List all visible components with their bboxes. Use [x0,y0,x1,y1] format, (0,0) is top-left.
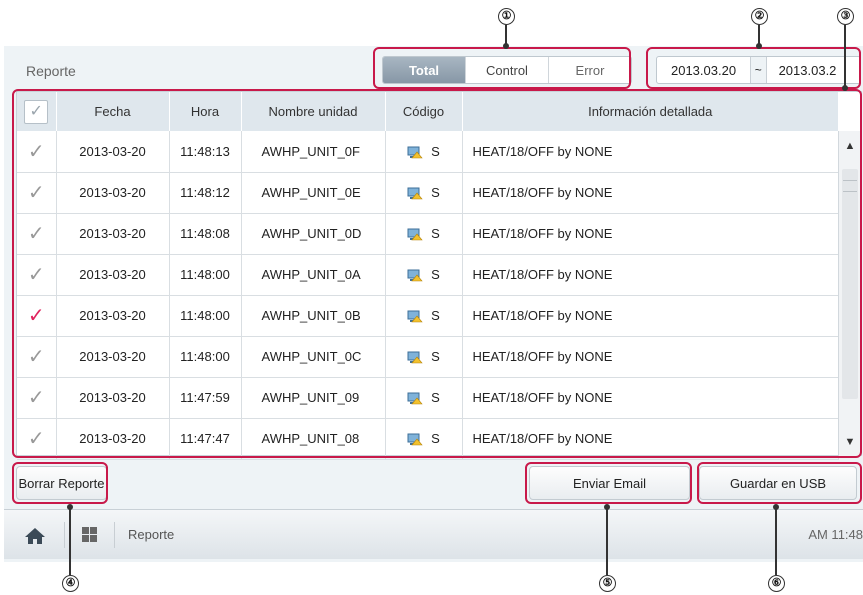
callout-dot [67,504,73,510]
callout-dot [842,85,848,91]
callout-dot [756,43,762,49]
home-icon[interactable] [24,527,46,545]
taskbar: Reporte AM 11:48 [4,509,863,559]
clock: AM 11:48 [808,527,863,542]
callout-dot [503,43,509,49]
callout-3: ③ [837,8,854,25]
taskbar-label: Reporte [128,527,175,542]
callout-1: ① [498,8,515,25]
callout-line [775,508,777,575]
callout-outline-6 [697,462,862,504]
callout-line [505,25,507,45]
grid-icon[interactable] [82,527,97,542]
callout-5: ⑤ [599,575,616,592]
callout-outline-3 [12,89,862,458]
callout-line [844,25,846,87]
callout-outline-5 [525,462,692,504]
callout-line [758,25,760,45]
callout-outline-4 [12,462,108,504]
callout-2: ② [751,8,768,25]
divider [114,522,115,548]
callout-4: ④ [62,575,79,592]
callout-6: ⑥ [768,575,785,592]
divider [64,522,65,548]
callout-line [69,508,71,575]
callout-dot [604,504,610,510]
page-title: Reporte [26,63,76,79]
callout-outline-2 [646,47,861,89]
callout-outline-1 [373,47,631,89]
callout-dot [773,504,779,510]
callout-line [606,508,608,575]
